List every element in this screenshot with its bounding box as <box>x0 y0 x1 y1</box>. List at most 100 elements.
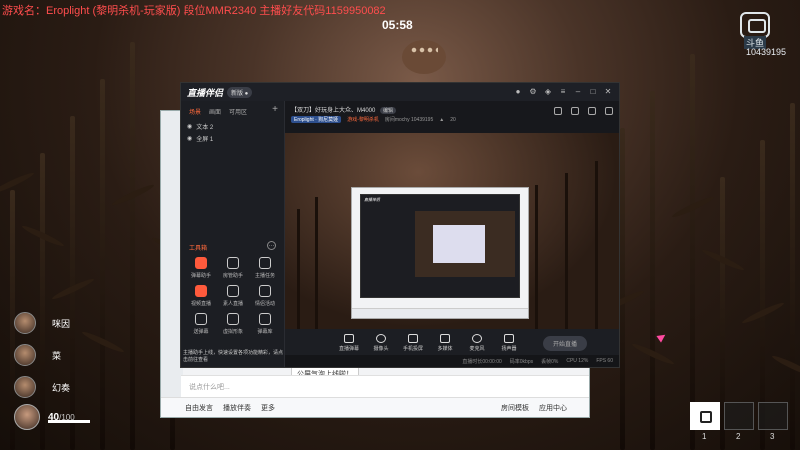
slot-number: 2 <box>736 432 741 441</box>
video-icon <box>195 285 207 297</box>
version-badge[interactable]: 新版 ● <box>227 86 253 98</box>
phone-cast-button[interactable]: 手机投屏 <box>401 334 425 352</box>
hotbar-slot[interactable] <box>758 402 788 430</box>
status-duration: 直播时长00:00:00 <box>462 358 502 365</box>
play-icon <box>440 334 450 343</box>
player-status: 40/100 <box>14 404 90 430</box>
app-name: 直播伴侣 <box>187 87 224 98</box>
room-title: 【双刀】好玩身上大众、M4000 <box>291 108 376 114</box>
more-icon[interactable]: … <box>267 241 276 250</box>
add-scene-icon[interactable]: + <box>272 104 278 115</box>
tab-area[interactable]: 可用区 <box>229 107 247 116</box>
start-live-button[interactable]: 开始直播 <box>543 335 588 351</box>
status-bar: 直播时长00:00:00 码率0kbps 丢帧0% CPU 12% FPS 60 <box>285 355 619 367</box>
skin-icon[interactable]: ◈ <box>543 87 553 97</box>
danmu-screen-icon <box>344 334 354 343</box>
heart-icon <box>259 285 271 297</box>
chat-bottom-bar: 自由发言 播放伴奏 更多 房间模板 应用中心 <box>161 397 589 417</box>
close-icon[interactable]: ✕ <box>603 87 613 97</box>
tool-video-live[interactable]: 视频直播 <box>185 285 217 307</box>
stream-preview[interactable]: 直播伴侣 <box>285 133 619 329</box>
member-name: 幻奏 <box>52 382 71 393</box>
avatar <box>14 404 40 430</box>
avatar-icon[interactable]: ● <box>513 87 523 97</box>
nested-inner <box>433 225 485 263</box>
tool-couple-event[interactable]: 情侣活动 <box>249 285 281 307</box>
category-link[interactable]: 游戏-黎明杀机 <box>347 116 379 123</box>
corn-stalk <box>70 116 75 450</box>
eye-icon[interactable]: ◉ <box>187 135 192 142</box>
corn-stalk <box>100 79 105 450</box>
edit-title-button[interactable]: 编辑 <box>380 107 397 114</box>
minimize-icon[interactable]: – <box>573 87 583 97</box>
companion-window: 直播伴侣 新版 ● ● ⚙ ◈ ≡ – □ ✕ 场景 画面 可用区 + ◉ 文本… <box>180 82 620 368</box>
more-button[interactable]: 更多 <box>261 403 275 413</box>
media-button[interactable]: 多媒体 <box>433 334 457 352</box>
nested-desktop-capture: 直播伴侣 <box>351 187 529 319</box>
health-bar <box>48 420 90 423</box>
team-member: 菜 <box>14 344 70 366</box>
speaker-icon <box>504 334 514 343</box>
chat-input[interactable]: 说点什么吧... <box>181 375 589 397</box>
corn-stalk <box>690 54 695 450</box>
download-icon <box>227 285 239 297</box>
settings-icon[interactable]: ⚙ <box>528 87 538 97</box>
scene-item[interactable]: ◉ 文本 2 <box>181 120 284 132</box>
member-name: 咪因 <box>52 318 71 329</box>
corn-stalk <box>620 128 625 450</box>
team-list: 咪因 菜 幻奏 <box>14 312 70 408</box>
corn-stalk <box>565 173 568 329</box>
corn-leaf <box>0 170 36 196</box>
hotbar-slot[interactable] <box>724 402 754 430</box>
status-dropped: 丢帧0% <box>541 358 559 365</box>
message-icon <box>195 313 207 325</box>
scene-item[interactable]: ◉ 全屏 1 <box>181 132 284 144</box>
maximize-icon[interactable]: □ <box>588 87 598 97</box>
corn-stalk <box>297 209 300 329</box>
play-music-button[interactable]: 播放伴奏 <box>223 403 251 413</box>
speaker-button[interactable]: 扬声器 <box>497 334 521 352</box>
library-icon <box>259 313 271 325</box>
companion-titlebar: 直播伴侣 新版 ● ● ⚙ ◈ ≡ – □ ✕ <box>181 83 619 101</box>
tool-amateur-live[interactable]: 素人直播 <box>217 285 249 307</box>
toolbox-grid: 弹幕助手 房管助手 主播任务 视频直播 素人直播 情侣活动 送弹幕 虚拟形象 弹… <box>185 257 281 335</box>
tool-danmu-assistant[interactable]: 弹幕助手 <box>185 257 217 279</box>
member-name: 菜 <box>52 350 62 361</box>
tab-scene[interactable]: 场景 <box>189 107 201 116</box>
chart-icon[interactable] <box>588 107 596 115</box>
tool-avatar[interactable]: 虚拟形象 <box>217 313 249 335</box>
stream-ticker: 游戏名：Eroplight (黎明杀机-玩家版) 段位MMR2340 主播好友代… <box>2 5 386 17</box>
hotbar-slot[interactable] <box>690 402 720 430</box>
scene-label: 全屏 1 <box>196 136 214 143</box>
camera-button[interactable]: 摄像头 <box>369 334 393 352</box>
app-center-button[interactable]: 应用中心 <box>539 403 589 413</box>
corn-stalk <box>535 185 538 329</box>
microphone-button[interactable]: 麦克风 <box>465 334 489 352</box>
mask-icon <box>227 313 239 325</box>
eye-icon[interactable]: ◉ <box>187 123 192 130</box>
lock-icon <box>700 411 712 423</box>
camera-icon <box>376 334 386 343</box>
status-fps: FPS 60 <box>596 358 613 364</box>
tool-anchor-task[interactable]: 主播任务 <box>249 257 281 279</box>
status-cpu: CPU 12% <box>566 358 589 364</box>
share-icon[interactable] <box>605 107 613 115</box>
room-template-button[interactable]: 房间模板 <box>501 403 529 413</box>
tool-room-manager[interactable]: 房管助手 <box>217 257 249 279</box>
control-bar: 直播弹幕 摄像头 手机投屏 多媒体 麦克风 扬声器 开始直播 <box>285 329 619 357</box>
tab-screen[interactable]: 画面 <box>209 107 221 116</box>
microphone-icon <box>472 334 482 343</box>
tool-send-danmu[interactable]: 送弹幕 <box>185 313 217 335</box>
task-icon <box>259 257 271 269</box>
hotbar <box>690 402 788 430</box>
corn-stalk <box>315 197 318 329</box>
shop-icon[interactable] <box>571 107 579 115</box>
tool-danmu-library[interactable]: 弹幕库 <box>249 313 281 335</box>
like-count: 20 <box>450 116 456 123</box>
scene-panel: 场景 画面 可用区 + ◉ 文本 2 ◉ 全屏 1 工具箱 … 弹幕助手 房管助… <box>181 101 285 367</box>
menu-icon[interactable]: ≡ <box>558 87 568 97</box>
live-danmu-button[interactable]: 直播弹幕 <box>337 334 361 352</box>
gift-icon[interactable] <box>554 107 562 115</box>
team-member: 幻奏 <box>14 376 70 398</box>
free-speech-button[interactable]: 自由发言 <box>185 403 213 413</box>
